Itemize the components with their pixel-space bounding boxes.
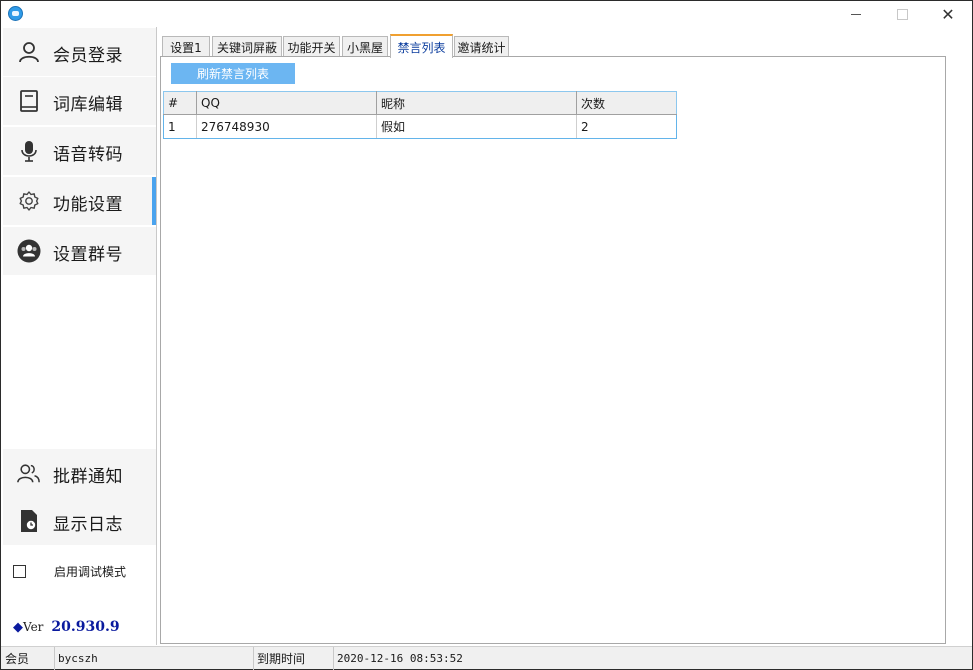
sidebar-item-lexicon-edit[interactable]: 词库编辑 — [3, 77, 156, 125]
refresh-mute-list-button[interactable]: 刷新禁言列表 — [171, 63, 295, 84]
status-expiry-value: 2020-12-16 08:53:52 — [337, 652, 463, 665]
tab-blacklist-room[interactable]: 小黑屋 — [342, 36, 388, 57]
status-member-label: 会员 — [2, 647, 55, 670]
status-bar: 会员 bycszh 到期时间 2020-12-16 08:53:52 — [1, 646, 972, 670]
tab-feature-switch[interactable]: 功能开关 — [283, 36, 340, 57]
table-header-row: # QQ 昵称 次数 — [163, 91, 677, 115]
sidebar-item-batch-group-notify[interactable]: 批群通知 — [3, 449, 156, 497]
mute-list-table: # QQ 昵称 次数 1 276748930 假如 2 — [163, 91, 677, 139]
tab-keyword-block[interactable]: 关键词屏蔽 — [212, 36, 282, 57]
users-icon — [17, 461, 41, 485]
version-prefix: Ver — [23, 620, 44, 634]
table-row[interactable]: 1 276748930 假如 2 — [163, 114, 677, 139]
status-member-value: bycszh — [55, 647, 254, 670]
debug-mode-checkbox[interactable] — [13, 564, 26, 578]
version-info: ◆Ver 20.930.9 — [13, 616, 120, 635]
tab-panel — [160, 56, 946, 644]
close-icon: ✕ — [941, 4, 955, 24]
tab-mute-list[interactable]: 禁言列表 — [390, 34, 453, 58]
group-icon — [17, 239, 41, 263]
app-window: ✕ 会员登录 词库编辑 语音转码 功能设置 设置群号 批群通知 显示日志 启用调… — [0, 0, 973, 670]
sidebar-item-label: 设置群号 — [53, 245, 123, 265]
sidebar: 会员登录 词库编辑 语音转码 功能设置 设置群号 批群通知 显示日志 启用调试模… — [3, 27, 156, 645]
sidebar-item-show-log[interactable]: 显示日志 — [3, 497, 156, 545]
tab-invite-stats[interactable]: 邀请统计 — [454, 36, 509, 57]
column-header-nickname[interactable]: 昵称 — [376, 91, 577, 115]
column-header-index[interactable]: # — [163, 91, 197, 115]
cell-count: 2 — [576, 114, 677, 139]
log-file-icon — [17, 509, 41, 533]
title-bar: ✕ — [1, 1, 972, 27]
sidebar-item-label: 语音转码 — [53, 145, 123, 165]
sidebar-item-label: 功能设置 — [53, 195, 123, 215]
sidebar-divider — [156, 27, 157, 645]
sidebar-item-label: 会员登录 — [53, 46, 123, 66]
version-number: 20.930.9 — [51, 619, 120, 635]
cell-qq: 276748930 — [196, 114, 377, 139]
tab-settings1[interactable]: 设置1 — [162, 36, 210, 57]
microphone-icon — [17, 139, 41, 163]
column-header-count[interactable]: 次数 — [576, 91, 677, 115]
diamond-icon: ◆ — [13, 620, 23, 635]
maximize-button[interactable] — [880, 1, 924, 27]
column-header-qq[interactable]: QQ — [196, 91, 377, 115]
debug-mode-label: 启用调试模式 — [54, 565, 127, 579]
cell-index: 1 — [163, 114, 197, 139]
sidebar-item-set-group-number[interactable]: 设置群号 — [3, 227, 156, 275]
gear-icon — [17, 189, 41, 213]
sidebar-item-label: 显示日志 — [53, 515, 123, 535]
close-button[interactable]: ✕ — [926, 1, 970, 27]
sidebar-item-function-settings[interactable]: 功能设置 — [3, 177, 156, 225]
sidebar-item-label: 词库编辑 — [53, 95, 123, 115]
sidebar-item-voice-transcode[interactable]: 语音转码 — [3, 127, 156, 175]
minimize-button[interactable] — [834, 1, 878, 27]
debug-mode-row: 启用调试模式 — [13, 562, 126, 580]
sidebar-item-member-login[interactable]: 会员登录 — [3, 28, 156, 76]
status-expiry-label: 到期时间 — [254, 647, 334, 670]
sidebar-item-label: 批群通知 — [53, 467, 123, 487]
book-icon — [17, 89, 41, 113]
cell-nickname: 假如 — [376, 114, 577, 139]
user-icon — [17, 40, 41, 64]
app-logo-icon — [8, 6, 23, 21]
